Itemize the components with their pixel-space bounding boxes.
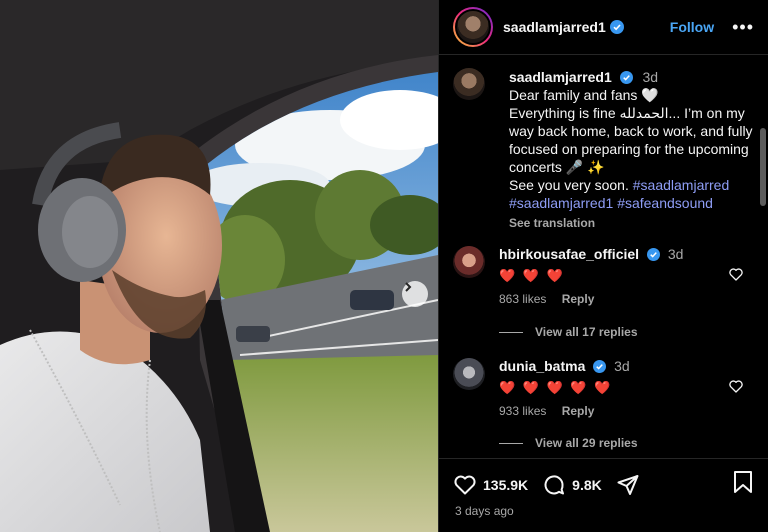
- comments-scroll-area[interactable]: saadlamjarred1 3d Dear family and fans 🤍…: [439, 56, 768, 456]
- bookmark-icon: [734, 471, 752, 493]
- caption-avatar[interactable]: [453, 68, 485, 100]
- comment-age: 3d: [614, 358, 630, 374]
- caption-age: 3d: [642, 69, 659, 85]
- verified-badge-icon: [619, 71, 633, 84]
- chevron-right-icon: [405, 282, 412, 292]
- caption-username[interactable]: saadlamjarred1: [509, 69, 612, 85]
- likes-count: 135.9K: [483, 476, 529, 493]
- view-replies-button[interactable]: View all 17 replies: [499, 325, 638, 339]
- save-button[interactable]: [732, 470, 754, 499]
- verified-badge-icon: [609, 20, 624, 34]
- comment-text: ❤️ ❤️ ❤️ ❤️ ❤️: [499, 380, 613, 395]
- comment-text: ❤️ ❤️ ❤️: [499, 268, 565, 283]
- reply-button[interactable]: Reply: [562, 404, 595, 418]
- reply-button[interactable]: Reply: [562, 292, 595, 306]
- like-button[interactable]: 135.9K: [453, 473, 528, 497]
- commenter-avatar[interactable]: [453, 246, 485, 278]
- see-translation-link[interactable]: See translation: [509, 214, 754, 232]
- post-image: [0, 0, 438, 532]
- comment-likes[interactable]: 863 likes: [499, 292, 546, 306]
- post-side-panel: saadlamjarred1 Follow ••• saadlamjarred1…: [438, 0, 768, 532]
- post-caption: saadlamjarred1 3d Dear family and fans 🤍…: [439, 56, 768, 232]
- verified-badge-icon: [646, 248, 660, 261]
- view-replies-label: View all 29 replies: [535, 436, 638, 450]
- comment-age: 3d: [667, 246, 684, 262]
- caption-line-2: Everything is fine الحمدلله... I’m on my…: [509, 105, 753, 175]
- caption-line-3: See you very soon.: [509, 177, 629, 193]
- replies-divider: [499, 331, 523, 333]
- post-photo-illustration: [0, 0, 438, 532]
- hashtag-saadlamjarred[interactable]: #saadlamjarred: [633, 177, 730, 193]
- follow-button[interactable]: Follow: [670, 19, 714, 35]
- post-timestamp: 3 days ago: [455, 504, 514, 518]
- more-options-button[interactable]: •••: [732, 17, 754, 38]
- caption-line-1: Dear family and fans 🤍: [509, 87, 659, 103]
- view-replies-button[interactable]: View all 29 replies: [499, 436, 638, 450]
- comment-icon: [544, 474, 565, 494]
- hashtag-safeandsound[interactable]: #safeandsound: [617, 195, 713, 211]
- replies-divider: [499, 442, 523, 444]
- comment-button[interactable]: 9.8K: [542, 473, 602, 497]
- author-username[interactable]: saadlamjarred1: [503, 19, 606, 35]
- share-icon: [617, 474, 639, 495]
- comment-heart-icon[interactable]: [728, 266, 744, 282]
- comment-heart-icon[interactable]: [728, 378, 744, 394]
- comments-count: 9.8K: [572, 476, 602, 493]
- author-avatar[interactable]: [453, 7, 493, 47]
- post-header: saadlamjarred1 Follow •••: [439, 0, 768, 55]
- view-replies-label: View all 17 replies: [535, 325, 638, 339]
- carousel-next-button[interactable]: [402, 281, 428, 307]
- heart-icon: [454, 475, 476, 494]
- scrollbar[interactable]: [760, 128, 766, 206]
- commenter-username[interactable]: dunia_batma: [499, 358, 585, 374]
- verified-badge-icon: [593, 360, 607, 373]
- commenter-avatar[interactable]: [453, 358, 485, 390]
- share-button[interactable]: [616, 473, 640, 497]
- commenter-username[interactable]: hbirkousafae_officiel: [499, 246, 639, 262]
- comment-likes[interactable]: 933 likes: [499, 404, 546, 418]
- post-action-bar: 135.9K 9.8K: [439, 458, 768, 510]
- hashtag-saadlamjarred1[interactable]: #saadlamjarred1: [509, 195, 613, 211]
